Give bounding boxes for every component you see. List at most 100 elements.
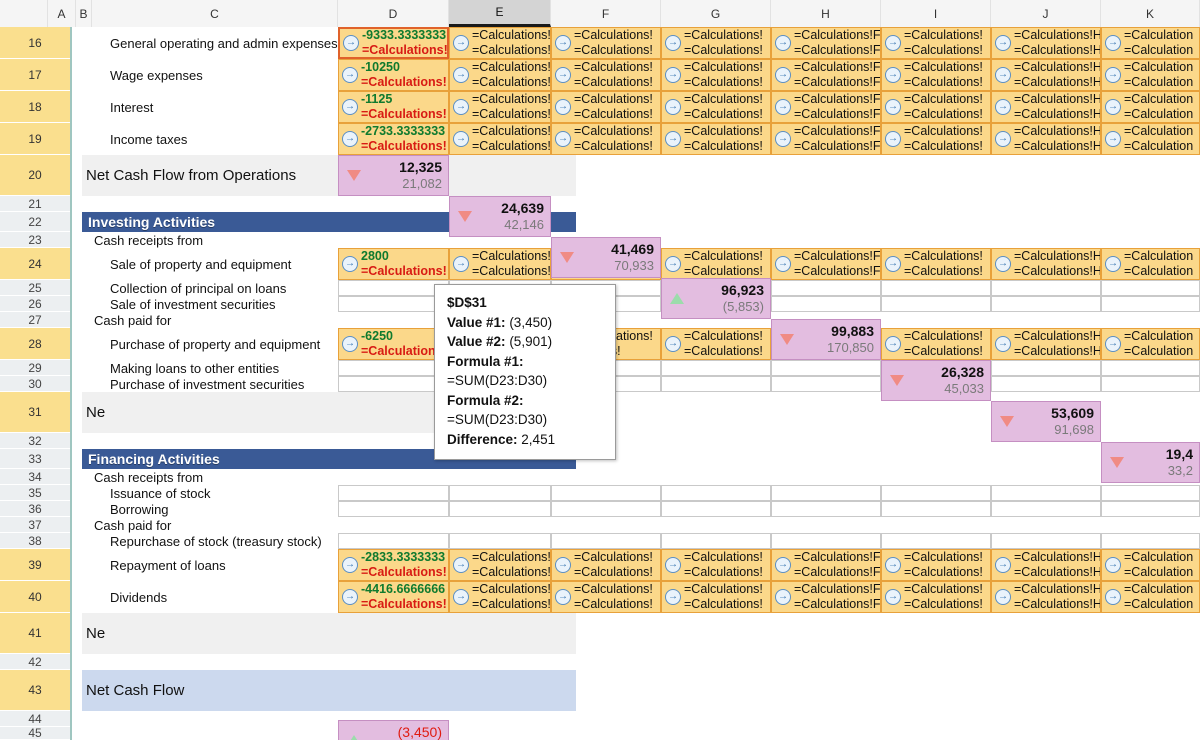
result-cell-G20[interactable]: 96,923 (5,853) (661, 278, 771, 319)
row-label-43[interactable]: Net Cash Flow (82, 670, 576, 711)
result-cell-D20[interactable]: 12,325 21,082 (338, 155, 449, 196)
row-header-20[interactable]: 20 (0, 155, 70, 196)
formula-cell-K19[interactable]: → =Calculation =Calculation (1101, 123, 1200, 155)
formula-cell-I39[interactable]: → =Calculations! =Calculations! (881, 549, 991, 581)
row-header-17[interactable]: 17 (0, 59, 70, 91)
row-header-31[interactable]: 31 (0, 392, 70, 433)
row-header-33[interactable]: 33 (0, 449, 70, 469)
formula-cell-J16[interactable]: →=Calculations!H1=Calculations!H31 (991, 27, 1101, 59)
grid-cell-K36[interactable] (1101, 501, 1200, 517)
result-cell-H20[interactable]: 99,883 170,850 (771, 319, 881, 360)
formula-cell-G40[interactable]: → =Calculations! =Calculations! (661, 581, 771, 613)
formula-cell-E19[interactable]: → =Calculations! =Calculations! (449, 123, 551, 155)
grid-cell-J30[interactable] (991, 376, 1101, 392)
column-header-h[interactable]: H (771, 0, 881, 27)
select-all-corner[interactable] (0, 0, 48, 27)
formula-cell-I28[interactable]: → =Calculations! =Calculations! (881, 328, 991, 360)
grid-cell-H25[interactable] (771, 280, 881, 296)
row-header-24[interactable]: 24 (0, 248, 70, 280)
formula-cell-J40[interactable]: →=Calculations!H2=Calculations!H42 (991, 581, 1101, 613)
grid-cell-J25[interactable] (991, 280, 1101, 296)
grid-cell-K26[interactable] (1101, 296, 1200, 312)
formula-cell-F19[interactable]: → =Calculations! =Calculations! (551, 123, 661, 155)
formula-cell-D39[interactable]: → -2833.3333333 =Calculations! (338, 549, 449, 581)
formula-cell-F40[interactable]: → =Calculations! =Calculations! (551, 581, 661, 613)
grid-cell-J38[interactable] (991, 533, 1101, 549)
formula-cell-G19[interactable]: → =Calculations! =Calculations! (661, 123, 771, 155)
formula-cell-H18[interactable]: → =Calculations!F =Calculations!F (771, 91, 881, 123)
result-cell-I20[interactable]: 26,328 45,033 (881, 360, 991, 401)
formula-cell-K17[interactable]: → =Calculation =Calculation (1101, 59, 1200, 91)
row-label-34[interactable]: Cash receipts from (82, 469, 576, 485)
row-header-43[interactable]: 43 (0, 670, 70, 711)
formula-cell-F39[interactable]: → =Calculations! =Calculations! (551, 549, 661, 581)
grid-cell-J29[interactable] (991, 360, 1101, 376)
formula-cell-H19[interactable]: → =Calculations!F =Calculations!F (771, 123, 881, 155)
row-header-38[interactable]: 38 (0, 533, 70, 549)
row-header-23[interactable]: 23 (0, 232, 70, 248)
formula-cell-K39[interactable]: → =Calculation =Calculation (1101, 549, 1200, 581)
row-header-19[interactable]: 19 (0, 123, 70, 155)
column-header-a[interactable]: A (48, 0, 76, 27)
grid-cell-H35[interactable] (771, 485, 881, 501)
grid-cell-K29[interactable] (1101, 360, 1200, 376)
column-header-i[interactable]: I (881, 0, 991, 27)
formula-cell-H39[interactable]: → =Calculations!F =Calculations!F (771, 549, 881, 581)
column-header-j[interactable]: J (991, 0, 1101, 27)
grid-cell-F36[interactable] (551, 501, 661, 517)
row-header-42[interactable]: 42 (0, 654, 70, 670)
row-header-16[interactable]: 16 (0, 27, 70, 59)
formula-cell-F17[interactable]: → =Calculations! =Calculations! (551, 59, 661, 91)
formula-cell-H24[interactable]: → =Calculations!F =Calculations!F (771, 248, 881, 280)
formula-cell-E17[interactable]: → =Calculations! =Calculations! (449, 59, 551, 91)
row-header-32[interactable]: 32 (0, 433, 70, 449)
formula-cell-D19[interactable]: → -2733.3333333 =Calculations! (338, 123, 449, 155)
row-header-36[interactable]: 36 (0, 501, 70, 517)
formula-cell-D16[interactable]: → -9333.3333333 =Calculations! (338, 27, 449, 59)
formula-cell-I19[interactable]: → =Calculations! =Calculations! (881, 123, 991, 155)
grid-cell-G30[interactable] (661, 376, 771, 392)
formula-cell-J24[interactable]: →=Calculations!H1=Calculations!H36 (991, 248, 1101, 280)
column-header-k[interactable]: K (1101, 0, 1200, 27)
formula-cell-E24[interactable]: → =Calculations! =Calculations! (449, 248, 551, 280)
grid-cell-D38[interactable] (338, 533, 449, 549)
row-header-28[interactable]: 28 (0, 328, 70, 360)
formula-cell-D18[interactable]: → -1125 =Calculations! (338, 91, 449, 123)
column-header-e[interactable]: E (449, 0, 551, 27)
grid-cell-K25[interactable] (1101, 280, 1200, 296)
formula-cell-G39[interactable]: → =Calculations! =Calculations! (661, 549, 771, 581)
grid-cell-K30[interactable] (1101, 376, 1200, 392)
formula-cell-E39[interactable]: → =Calculations! =Calculations! (449, 549, 551, 581)
formula-cell-J39[interactable]: →=Calculations!H2=Calculations!H40 (991, 549, 1101, 581)
formula-cell-H17[interactable]: → =Calculations!F =Calculations!F (771, 59, 881, 91)
grid-cell-J36[interactable] (991, 501, 1101, 517)
grid-cell-K35[interactable] (1101, 485, 1200, 501)
formula-cell-F18[interactable]: → =Calculations! =Calculations! (551, 91, 661, 123)
grid-cell-D30[interactable] (338, 376, 449, 392)
row-header-39[interactable]: 39 (0, 549, 70, 581)
result-cell-F20[interactable]: 41,469 70,933 (551, 237, 661, 278)
row-header-37[interactable]: 37 (0, 517, 70, 533)
formula-cell-I40[interactable]: → =Calculations! =Calculations! (881, 581, 991, 613)
formula-cell-J19[interactable]: →=Calculations!H1=Calculations!H34 (991, 123, 1101, 155)
result-cell-K20[interactable]: 19,4 33,2 (1101, 442, 1200, 483)
formula-cell-I24[interactable]: → =Calculations! =Calculations! (881, 248, 991, 280)
grid-cell-H29[interactable] (771, 360, 881, 376)
formula-cell-H16[interactable]: → =Calculations!F =Calculations!F (771, 27, 881, 59)
formula-cell-H40[interactable]: → =Calculations!F =Calculations!F (771, 581, 881, 613)
grid-cell-F38[interactable] (551, 533, 661, 549)
row-header-25[interactable]: 25 (0, 280, 70, 296)
grid-cell-H36[interactable] (771, 501, 881, 517)
grid-cell-F35[interactable] (551, 485, 661, 501)
grid-cell-J26[interactable] (991, 296, 1101, 312)
formula-cell-D28[interactable]: → -6250 =Calculations! (338, 328, 449, 360)
formula-cell-G24[interactable]: → =Calculations! =Calculations! (661, 248, 771, 280)
spreadsheet-canvas[interactable]: ABCDEFGHIJK 16 17 18 19 20 21 22 23 24 25 26 27 28 29… (0, 0, 1200, 740)
formula-cell-E16[interactable]: → =Calculations! =Calculations! (449, 27, 551, 59)
formula-cell-G28[interactable]: → =Calculations! =Calculations! (661, 328, 771, 360)
grid-cell-H26[interactable] (771, 296, 881, 312)
result-cell-E20[interactable]: 24,639 42,146 (449, 196, 551, 237)
formula-cell-D40[interactable]: → -4416.6666666 =Calculations! (338, 581, 449, 613)
grid-cell-G38[interactable] (661, 533, 771, 549)
row-header-21[interactable]: 21 (0, 196, 70, 212)
